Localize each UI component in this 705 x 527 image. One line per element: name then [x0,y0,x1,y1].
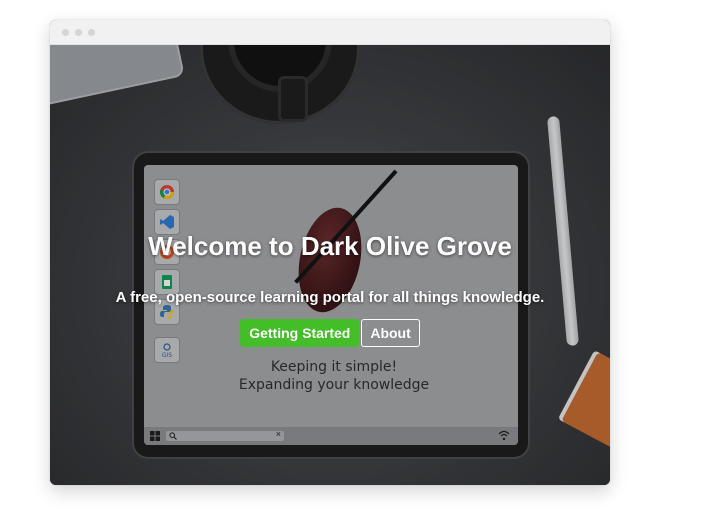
window-control-dot[interactable] [88,29,95,36]
window-control-dot[interactable] [62,29,69,36]
window-control-dot[interactable] [75,29,82,36]
about-button[interactable]: About [361,319,420,347]
hero-overlay [50,44,610,485]
getting-started-button[interactable]: Getting Started [240,319,360,347]
hero-title: Welcome to Dark Olive Grove [148,231,512,261]
hero-button-row: Getting Started About [50,319,610,347]
browser-window: GIS Keeping it simple! Expanding your kn… [50,20,610,485]
hero-subtitle: A free, open-source learning portal for … [115,289,545,306]
hero-section: GIS Keeping it simple! Expanding your kn… [50,44,610,485]
window-titlebar [50,20,610,45]
